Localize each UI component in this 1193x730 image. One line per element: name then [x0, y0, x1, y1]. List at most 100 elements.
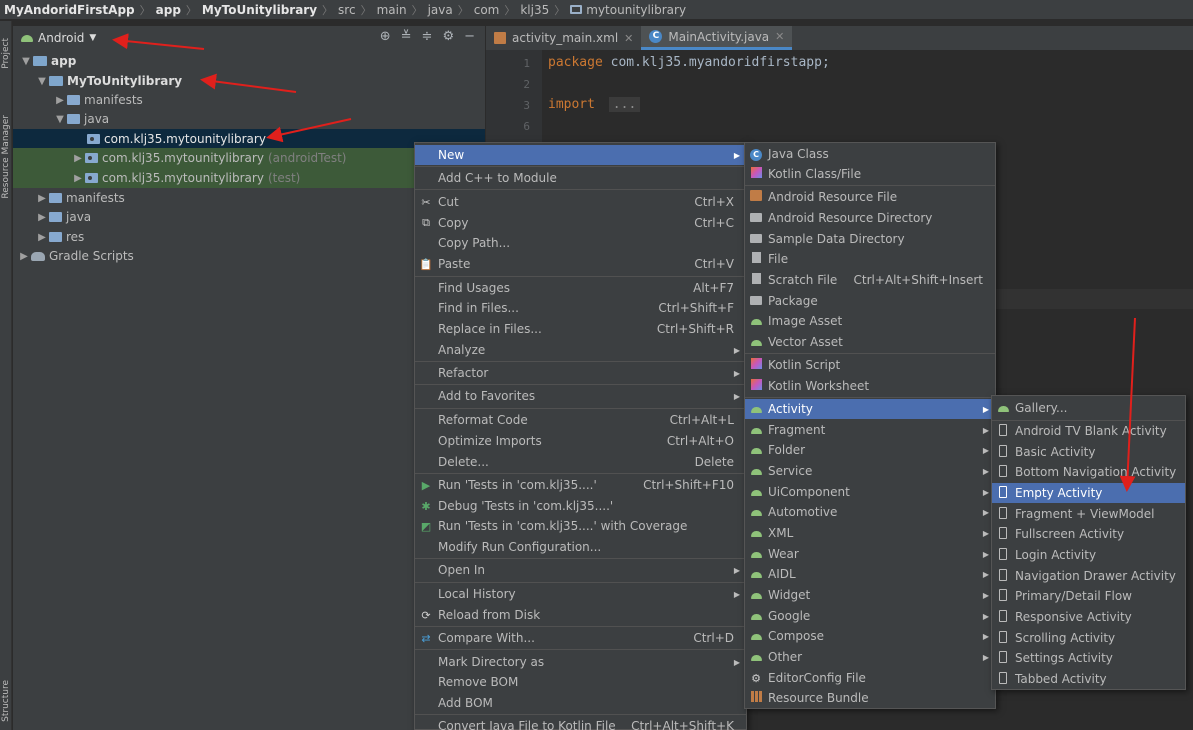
chevron-down-icon[interactable]: ▼: [53, 114, 67, 125]
menu-item-responsive-activity[interactable]: Responsive Activity: [992, 607, 1185, 627]
menu-item-copy-path[interactable]: Copy Path...: [415, 233, 746, 253]
menu-item-tabbed-activity[interactable]: Tabbed Activity: [992, 669, 1185, 689]
menu-item-optimize-imports[interactable]: Optimize Imports Ctrl+Alt+O: [415, 431, 746, 451]
menu-item-vector-asset[interactable]: Vector Asset: [745, 332, 995, 352]
close-icon[interactable]: ✕: [624, 32, 633, 45]
menu-item-android-tv-blank-activity[interactable]: Android TV Blank Activity: [992, 421, 1185, 441]
menu-item-kotlin-class[interactable]: Kotlin Class/File: [745, 164, 995, 184]
chevron-right-icon[interactable]: ▶: [35, 232, 49, 243]
chevron-right-icon[interactable]: ▶: [17, 251, 31, 262]
menu-item-uicomponent[interactable]: UiComponent ▶: [745, 482, 995, 502]
menu-item-package[interactable]: Package: [745, 291, 995, 311]
breadcrumb-item-klj35[interactable]: klj35: [520, 3, 549, 17]
menu-item-add-bom[interactable]: Add BOM: [415, 693, 746, 713]
menu-item-mark-directory-as[interactable]: Mark Directory as ▶: [415, 652, 746, 672]
menu-item-other[interactable]: Other ▶: [745, 647, 995, 667]
menu-item-scratch-file[interactable]: Scratch File Ctrl+Alt+Shift+Insert: [745, 270, 995, 290]
collapse-all-icon[interactable]: ≚: [401, 29, 412, 44]
menu-item-find-usages[interactable]: Find Usages Alt+F7: [415, 278, 746, 298]
menu-item-java-class[interactable]: C Java Class: [745, 144, 995, 164]
chevron-right-icon[interactable]: ▶: [71, 173, 85, 184]
menu-item-settings-activity[interactable]: Settings Activity: [992, 648, 1185, 668]
menu-item-replace-in-files[interactable]: Replace in Files... Ctrl+Shift+R: [415, 319, 746, 339]
menu-item-login-activity[interactable]: Login Activity: [992, 545, 1185, 565]
menu-item-local-history[interactable]: Local History ▶: [415, 584, 746, 604]
menu-item-android-resource-file[interactable]: Android Resource File: [745, 187, 995, 207]
menu-item-widget[interactable]: Widget ▶: [745, 585, 995, 605]
expand-all-icon[interactable]: ≑: [422, 29, 433, 44]
menu-item-copy[interactable]: ⧉ Copy Ctrl+C: [415, 213, 746, 233]
menu-item-folder[interactable]: Folder ▶: [745, 440, 995, 460]
resource-manager-tool-tab[interactable]: Resource Manager: [0, 107, 12, 207]
breadcrumb-item-com[interactable]: com: [474, 3, 500, 17]
breadcrumb-item-main[interactable]: main: [377, 3, 407, 17]
menu-item-activity[interactable]: Activity ▶: [745, 399, 995, 419]
menu-item-add-to-favorites[interactable]: Add to Favorites ▶: [415, 386, 746, 406]
menu-item-editorconfig[interactable]: ⚙ EditorConfig File: [745, 668, 995, 688]
menu-item-google[interactable]: Google ▶: [745, 606, 995, 626]
menu-item-refactor[interactable]: Refactor ▶: [415, 363, 746, 383]
breadcrumb-item-module[interactable]: MyToUnitylibrary: [202, 3, 317, 17]
chevron-right-icon[interactable]: ▶: [71, 153, 85, 164]
menu-item-reload-from-disk[interactable]: ⟳ Reload from Disk: [415, 605, 746, 625]
menu-item-find-in-files[interactable]: Find in Files... Ctrl+Shift+F: [415, 298, 746, 318]
chevron-right-icon[interactable]: ▶: [35, 193, 49, 204]
menu-item-run-tests[interactable]: ▶ Run 'Tests in 'com.klj35....' Ctrl+Shi…: [415, 475, 746, 495]
chevron-down-icon[interactable]: ▼: [19, 56, 33, 67]
tree-item-java[interactable]: ▼ java: [13, 109, 485, 129]
tree-item-app[interactable]: ▼ app: [13, 51, 485, 71]
menu-item-basic-activity[interactable]: Basic Activity: [992, 442, 1185, 462]
menu-item-kotlin-worksheet[interactable]: Kotlin Worksheet: [745, 376, 995, 396]
menu-item-analyze[interactable]: Analyze ▶: [415, 340, 746, 360]
chevron-down-icon[interactable]: ▼: [35, 76, 49, 87]
menu-item-cut[interactable]: ✂ Cut Ctrl+X: [415, 192, 746, 212]
menu-item-image-asset[interactable]: Image Asset: [745, 311, 995, 331]
menu-item-debug-tests[interactable]: ✱ Debug 'Tests in 'com.klj35....': [415, 496, 746, 516]
hide-panel-icon[interactable]: −: [464, 29, 475, 44]
tree-item-mytounitylibrary[interactable]: ▼ MyToUnitylibrary: [13, 71, 485, 91]
menu-item-compare-with[interactable]: ⇄ Compare With... Ctrl+D: [415, 628, 746, 648]
menu-item-open-in[interactable]: Open In ▶: [415, 560, 746, 580]
structure-tool-tab[interactable]: Structure: [0, 673, 12, 729]
menu-item-bottom-navigation-activity[interactable]: Bottom Navigation Activity: [992, 462, 1185, 482]
menu-item-sample-data-dir[interactable]: Sample Data Directory: [745, 229, 995, 249]
menu-item-run-with-coverage[interactable]: ◩ Run 'Tests in 'com.klj35....' with Cov…: [415, 516, 746, 536]
breadcrumb-item-project[interactable]: MyAndoridFirstApp: [4, 3, 135, 17]
close-icon[interactable]: ✕: [775, 30, 784, 43]
menu-item-compose[interactable]: Compose ▶: [745, 626, 995, 646]
gear-icon[interactable]: ⚙: [442, 29, 454, 44]
menu-item-add-cpp[interactable]: Add C++ to Module: [415, 168, 746, 188]
menu-item-remove-bom[interactable]: Remove BOM: [415, 672, 746, 692]
menu-item-delete[interactable]: Delete... Delete: [415, 452, 746, 472]
menu-item-aidl[interactable]: AIDL ▶: [745, 564, 995, 584]
menu-item-kotlin-script[interactable]: Kotlin Script: [745, 355, 995, 375]
tree-item-manifests[interactable]: ▶ manifests: [13, 90, 485, 110]
menu-item-empty-activity[interactable]: Empty Activity: [992, 483, 1185, 503]
menu-item-modify-run-config[interactable]: Modify Run Configuration...: [415, 537, 746, 557]
breadcrumb-item-app[interactable]: app: [156, 3, 181, 17]
menu-item-navigation-drawer-activity[interactable]: Navigation Drawer Activity: [992, 566, 1185, 586]
menu-item-convert-to-kotlin[interactable]: Convert Java File to Kotlin File Ctrl+Al…: [415, 716, 746, 730]
breadcrumb-item-package[interactable]: mytounitylibrary: [586, 3, 686, 17]
menu-item-resource-bundle[interactable]: Resource Bundle: [745, 688, 995, 708]
menu-item-new[interactable]: New ▶: [415, 145, 746, 165]
menu-item-wear[interactable]: Wear ▶: [745, 544, 995, 564]
menu-item-fullscreen-activity[interactable]: Fullscreen Activity: [992, 524, 1185, 544]
menu-item-file[interactable]: File: [745, 249, 995, 269]
breadcrumb-item-src[interactable]: src: [338, 3, 356, 17]
menu-item-android-resource-dir[interactable]: Android Resource Directory: [745, 208, 995, 228]
code-fold-placeholder[interactable]: ...: [608, 97, 641, 112]
project-view-selector[interactable]: Android ▼: [21, 31, 96, 45]
chevron-right-icon[interactable]: ▶: [53, 95, 67, 106]
tab-mainactivity-java[interactable]: C MainActivity.java ✕: [641, 26, 793, 50]
menu-item-gallery[interactable]: Gallery...: [992, 398, 1185, 418]
menu-item-xml[interactable]: XML ▶: [745, 523, 995, 543]
menu-item-service[interactable]: Service ▶: [745, 461, 995, 481]
chevron-right-icon[interactable]: ▶: [35, 212, 49, 223]
project-tool-tab[interactable]: Project: [0, 27, 12, 79]
menu-item-primary-detail-flow[interactable]: Primary/Detail Flow: [992, 586, 1185, 606]
tab-activity-main-xml[interactable]: activity_main.xml ✕: [486, 26, 641, 50]
menu-item-paste[interactable]: 📋 Paste Ctrl+V: [415, 254, 746, 274]
locate-icon[interactable]: ⊕: [380, 29, 391, 44]
menu-item-scrolling-activity[interactable]: Scrolling Activity: [992, 628, 1185, 648]
